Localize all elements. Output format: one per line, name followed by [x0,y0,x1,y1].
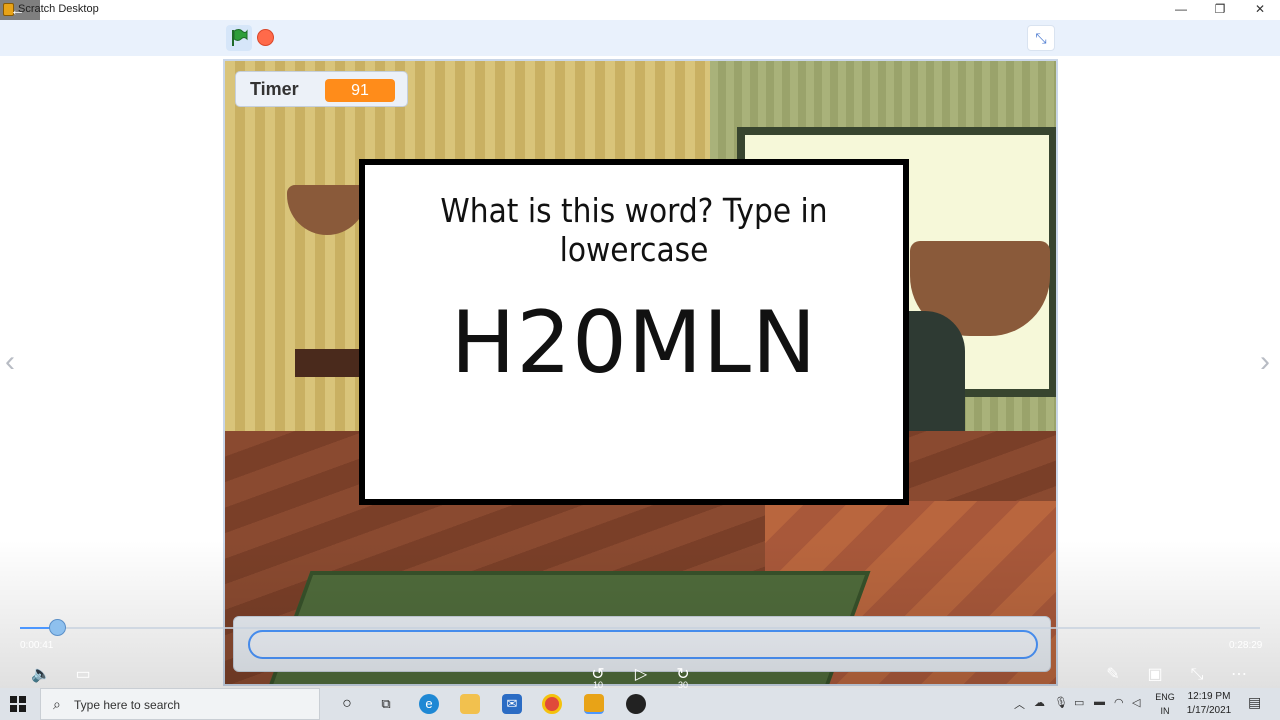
display-icon[interactable]: ▭ [1074,696,1084,709]
exit-fullscreen-button[interactable]: ⤡ [1027,25,1055,51]
play-button[interactable]: ▷ [630,662,652,688]
windows-start-icon[interactable] [10,696,26,712]
exit-fullscreen-icon: ⤡ [1035,30,1047,46]
stage[interactable]: Timer 91 What is this word? Type in lowe… [223,59,1058,686]
next-arrow-icon[interactable]: › [1260,345,1270,379]
language-code: ENG [1155,692,1175,702]
maximize-button[interactable]: ❐ [1200,0,1240,20]
search-icon: ⌕ [53,696,61,712]
chrome-icon[interactable] [542,694,562,714]
seek-bar[interactable] [20,619,1260,636]
answer-input[interactable] [248,630,1038,659]
green-flag-icon [232,29,248,46]
window-title: Scratch Desktop [18,3,99,15]
seek-bar-thumb[interactable] [49,619,66,636]
rewind-10-button[interactable]: ↺ 10 [587,662,609,690]
current-time: 0:00:41 [20,640,54,651]
green-flag-button[interactable] [226,25,252,51]
seek-bar-progress [20,627,50,629]
close-button[interactable]: ✕ [1240,0,1280,20]
onedrive-icon[interactable]: ☁ [1034,696,1045,709]
forward-30-button[interactable]: ↻ 30 [672,662,694,690]
mail-icon[interactable]: ✉ [502,694,522,714]
microphone-icon[interactable]: 🎙 [1054,696,1068,709]
battery-icon[interactable]: ▬ [1094,696,1105,708]
scrambled-word: H20MLN [450,293,818,393]
tray-expand-icon[interactable]: ︿ [1014,696,1025,712]
captions-icon[interactable]: ▭ [72,662,94,688]
scratch-taskbar-icon[interactable] [584,694,604,714]
pen-icon[interactable]: ✎ [1102,662,1124,688]
minimize-button[interactable]: — [1161,0,1201,20]
stage-header [0,20,1280,56]
previous-arrow-icon[interactable]: ‹ [5,345,15,379]
search-placeholder: Type here to search [74,698,181,712]
timer-value: 91 [325,79,395,102]
edge-icon[interactable]: e [419,694,439,714]
minimize-player-icon[interactable]: ⤡ [1186,662,1208,688]
clock-time: 12:19 PM [1187,691,1231,702]
cortana-icon[interactable]: ○ [337,694,357,714]
volume-icon[interactable]: 🔈 [30,662,52,688]
wifi-icon[interactable]: ◠ [1114,696,1124,709]
cast-icon[interactable]: ▣ [1144,662,1166,688]
stop-button[interactable] [257,29,274,46]
total-time: 0:28:29 [1229,640,1263,651]
clock[interactable]: 12:19 PM 1/17/2021 [1178,690,1240,718]
obs-icon[interactable] [626,694,646,714]
timer-label: Timer [250,79,299,99]
language-indicator[interactable]: ENG IN [1152,690,1178,718]
timer-monitor: Timer 91 [235,71,408,107]
question-sprite: What is this word? Type in lowercase H20… [359,159,909,505]
speaker-icon[interactable]: ◁ [1132,696,1140,709]
taskbar-search[interactable]: ⌕ Type here to search [40,688,320,720]
title-bar: ← Scratch Desktop — ❐ ✕ [0,0,1280,26]
clock-date: 1/17/2021 [1186,705,1232,716]
task-view-icon[interactable]: ⧉ [376,694,396,714]
taskbar: ⌕ Type here to search ○ ⧉ e ✉ ︿ ☁ 🎙 ▭ ▬ … [0,688,1280,720]
notifications-icon[interactable]: ▤ [1248,694,1261,711]
question-text: What is this word? Type in lowercase [440,191,828,269]
region-code: IN [1160,706,1170,716]
more-options-icon[interactable]: ⋯ [1228,662,1250,688]
file-explorer-icon[interactable] [460,694,480,714]
